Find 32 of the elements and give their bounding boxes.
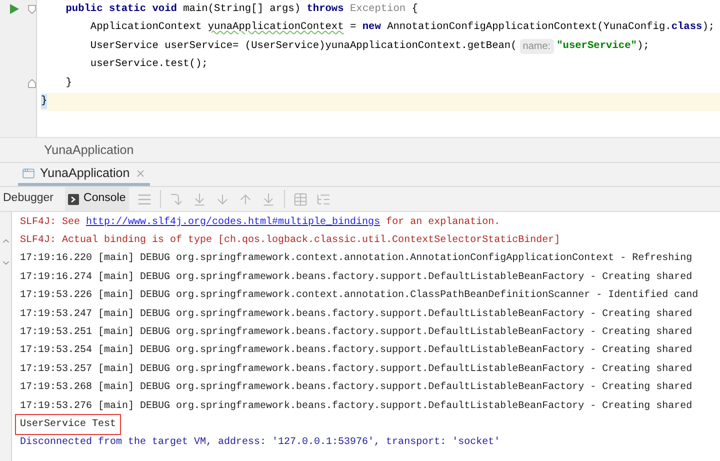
console-line: 17:19:16.274 [main] DEBUG org.springframework.beans.factory.support.DefaultListableBeanFactory - Creating shared bbox=[20, 270, 692, 285]
console-line: 17:19:53.226 [main] DEBUG org.springframework.context.annotation.ClassPathBeanDefinitionScanner - Identified cand bbox=[20, 288, 698, 304]
window-icon bbox=[22, 166, 35, 180]
code-line: userService.test(); bbox=[89, 57, 209, 72]
arrow-down-icon[interactable] bbox=[214, 192, 230, 206]
menu-icon[interactable] bbox=[136, 192, 152, 206]
console-line: 17:19:53.247 [main] DEBUG org.springframework.beans.factory.support.DefaultListableBeanFactory - Creating shared bbox=[20, 308, 692, 322]
debug-tab[interactable]: Console bbox=[64, 187, 129, 211]
highlighted-output: UserService Test bbox=[15, 414, 122, 435]
console-line: 17:19:53.268 [main] DEBUG org.springframework.beans.factory.support.DefaultListableBeanFactory - Creating shared bbox=[20, 380, 692, 396]
close-icon[interactable] bbox=[134, 168, 146, 178]
run-icon[interactable] bbox=[10, 4, 19, 14]
console-line: 17:19:53.257 [main] DEBUG org.springframework.beans.factory.support.DefaultListableBeanFactory - Creating shared bbox=[20, 362, 692, 377]
code-line: public static void main(String[] args) throws Exception { bbox=[64, 2, 419, 17]
debug-tab[interactable]: Debugger bbox=[0, 187, 57, 211]
console-line: 17:19:16.220 [main] DEBUG org.springframework.context.annotation.AnnotationConfigApplicationContext - Refreshing bbox=[20, 252, 692, 266]
table-icon[interactable] bbox=[292, 192, 308, 206]
code-line: ApplicationContext yunaApplicationContext = new AnnotationConfigApplicationContext(YunaConfig.class); bbox=[89, 20, 716, 36]
fold-icon[interactable] bbox=[28, 4, 36, 14]
console-line: SLF4J: Actual binding is of type [ch.qos.logback.classic.util.ContextSelectorStaticBinder] bbox=[20, 234, 560, 248]
fold-icon[interactable] bbox=[28, 78, 36, 88]
console-line: Disconnected from the target VM, address: '127.0.0.1:53976', transport: 'socket' bbox=[20, 436, 500, 450]
parameter-hint: name: bbox=[520, 38, 554, 54]
panel-title: YunaApplication bbox=[44, 142, 134, 159]
list-icon[interactable] bbox=[316, 192, 331, 206]
code-line: } bbox=[64, 76, 73, 91]
console-line: 17:19:53.254 [main] DEBUG org.springframework.beans.factory.support.DefaultListableBeanFactory - Creating shared bbox=[20, 344, 692, 358]
code-line: UserService userService= (UserService)yunaApplicationContext.getBean( name: "userService"); bbox=[89, 38, 650, 56]
console-icon bbox=[68, 194, 79, 204]
console-line: SLF4J: See http://www.slf4j.org/codes.html#multiple_bindings for an explanation. bbox=[20, 216, 500, 230]
console-line: 17:19:53.276 [main] DEBUG org.springframework.beans.factory.support.DefaultListableBeanFactory - Creating shared bbox=[20, 400, 692, 414]
console-line: 17:19:53.251 [main] DEBUG org.springframework.beans.factory.support.DefaultListableBeanFactory - Creating shared bbox=[20, 326, 692, 340]
